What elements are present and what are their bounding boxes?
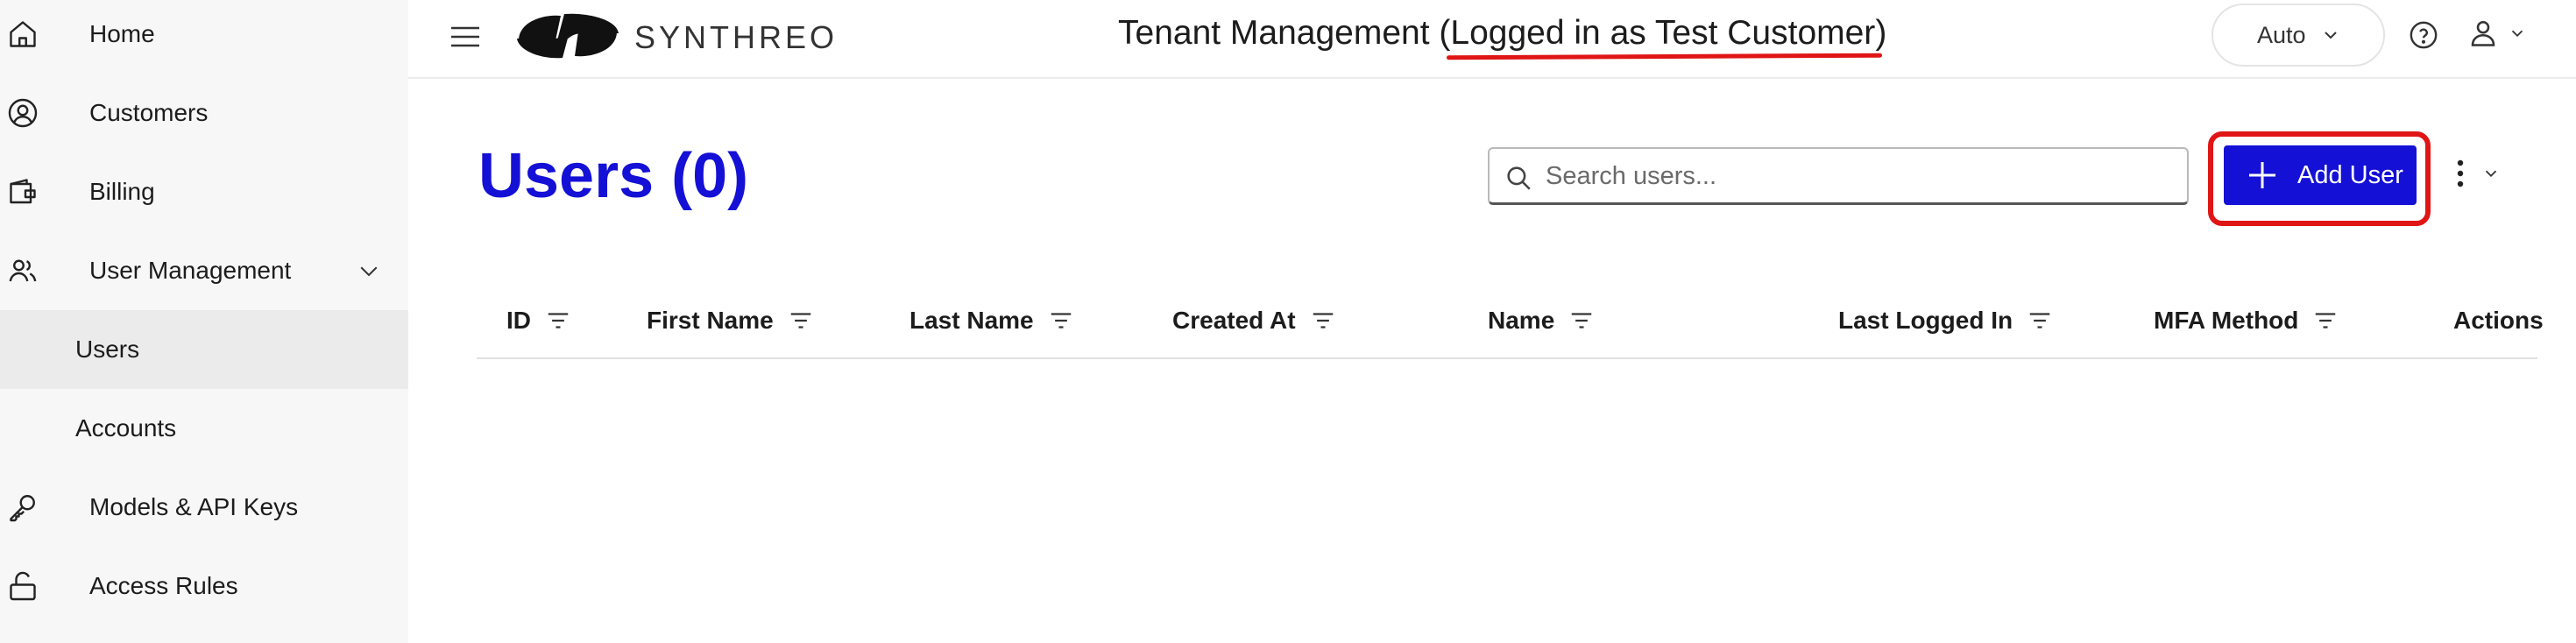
sidebar-item-customers[interactable]: Customers <box>0 74 408 152</box>
top-header: SYNTHREO Tenant Management (Logged in as… <box>408 0 2576 79</box>
column-label: First Name <box>647 307 774 334</box>
filter-icon[interactable] <box>1568 307 1595 334</box>
chevron-down-icon <box>2508 24 2527 47</box>
column-header-created-at[interactable]: Created At <box>1172 301 1336 340</box>
users-table-header: ID First Name Last Name Created At Name … <box>477 289 2544 359</box>
chevron-down-icon <box>2481 164 2501 187</box>
column-header-first-name[interactable]: First Name <box>647 301 814 340</box>
users-heading: Users (0) <box>478 141 749 211</box>
filter-icon[interactable] <box>1310 307 1336 334</box>
search-input[interactable] <box>1546 149 2176 203</box>
column-header-mfa-method[interactable]: MFA Method <box>2154 301 2339 340</box>
key-icon <box>5 490 40 525</box>
filter-icon[interactable] <box>2312 307 2339 334</box>
sidebar-item-billing[interactable]: Billing <box>0 152 408 231</box>
users-icon <box>5 253 40 288</box>
brand-logo <box>512 7 643 63</box>
chevron-down-icon[interactable] <box>354 256 384 286</box>
wallet-icon <box>5 174 40 209</box>
column-header-last-name[interactable]: Last Name <box>909 301 1074 340</box>
column-header-name[interactable]: Name <box>1488 301 1595 340</box>
user-icon <box>2467 18 2499 53</box>
column-label: Actions <box>2453 307 2544 334</box>
theme-mode-value: Auto <box>2257 21 2306 48</box>
sidebar-item-label: Models & API Keys <box>89 493 299 520</box>
column-label: Last Logged In <box>1838 307 2013 334</box>
logged-in-as-highlight: Logged in as Test Customer <box>1450 14 1876 52</box>
column-label: Created At <box>1172 307 1296 334</box>
user-menu-button[interactable] <box>2467 16 2537 54</box>
search-icon <box>1504 163 1533 193</box>
sidebar-item-label: Billing <box>89 178 155 205</box>
menu-icon[interactable] <box>443 18 487 56</box>
filter-icon[interactable] <box>788 307 814 334</box>
brand-name: SYNTHREO <box>634 19 839 55</box>
user-circle-icon <box>5 95 40 131</box>
sidebar-item-accounts[interactable]: Accounts <box>0 389 408 468</box>
help-icon[interactable] <box>2406 18 2441 53</box>
sidebar-item-label: Users <box>75 336 140 363</box>
plus-icon <box>2245 158 2280 193</box>
filter-icon[interactable] <box>545 307 571 334</box>
column-header-id[interactable]: ID <box>506 301 571 340</box>
sidebar-item-user-management[interactable]: User Management <box>0 231 408 310</box>
page-title-suffix: ) <box>1875 14 1887 52</box>
sidebar: Home Customers Billing User Management U… <box>0 0 408 643</box>
filter-icon[interactable] <box>1048 307 1074 334</box>
column-header-actions: Actions <box>2453 301 2544 340</box>
chevron-down-icon <box>2320 25 2341 52</box>
lock-icon <box>5 569 40 604</box>
theme-mode-select[interactable]: Auto <box>2212 4 2385 67</box>
sidebar-item-label: Customers <box>89 99 209 126</box>
sidebar-item-label: Access Rules <box>89 572 238 599</box>
filter-icon[interactable] <box>2027 307 2053 334</box>
sidebar-item-models-api-keys[interactable]: Models & API Keys <box>0 468 408 547</box>
page-title: Tenant Management (Logged in as Test Cus… <box>1118 14 1886 53</box>
sidebar-item-access-rules[interactable]: Access Rules <box>0 547 408 625</box>
column-header-last-logged-in[interactable]: Last Logged In <box>1838 301 2053 340</box>
sidebar-item-label: Home <box>89 20 155 47</box>
vertical-dots-icon <box>2450 156 2471 195</box>
column-label: MFA Method <box>2154 307 2299 334</box>
page-title-prefix: Tenant Management ( <box>1118 14 1451 52</box>
more-options-button[interactable] <box>2450 154 2520 196</box>
column-label: ID <box>506 307 531 334</box>
sidebar-item-label: User Management <box>89 257 292 284</box>
search-box <box>1488 147 2189 205</box>
add-user-button[interactable]: Add User <box>2224 145 2417 205</box>
add-user-label: Add User <box>2297 161 2403 189</box>
sidebar-item-home[interactable]: Home <box>0 0 408 74</box>
column-label: Name <box>1488 307 1555 334</box>
sidebar-item-label: Accounts <box>75 414 177 442</box>
home-icon <box>5 17 40 52</box>
column-label: Last Name <box>909 307 1034 334</box>
sidebar-item-users[interactable]: Users <box>0 310 408 389</box>
